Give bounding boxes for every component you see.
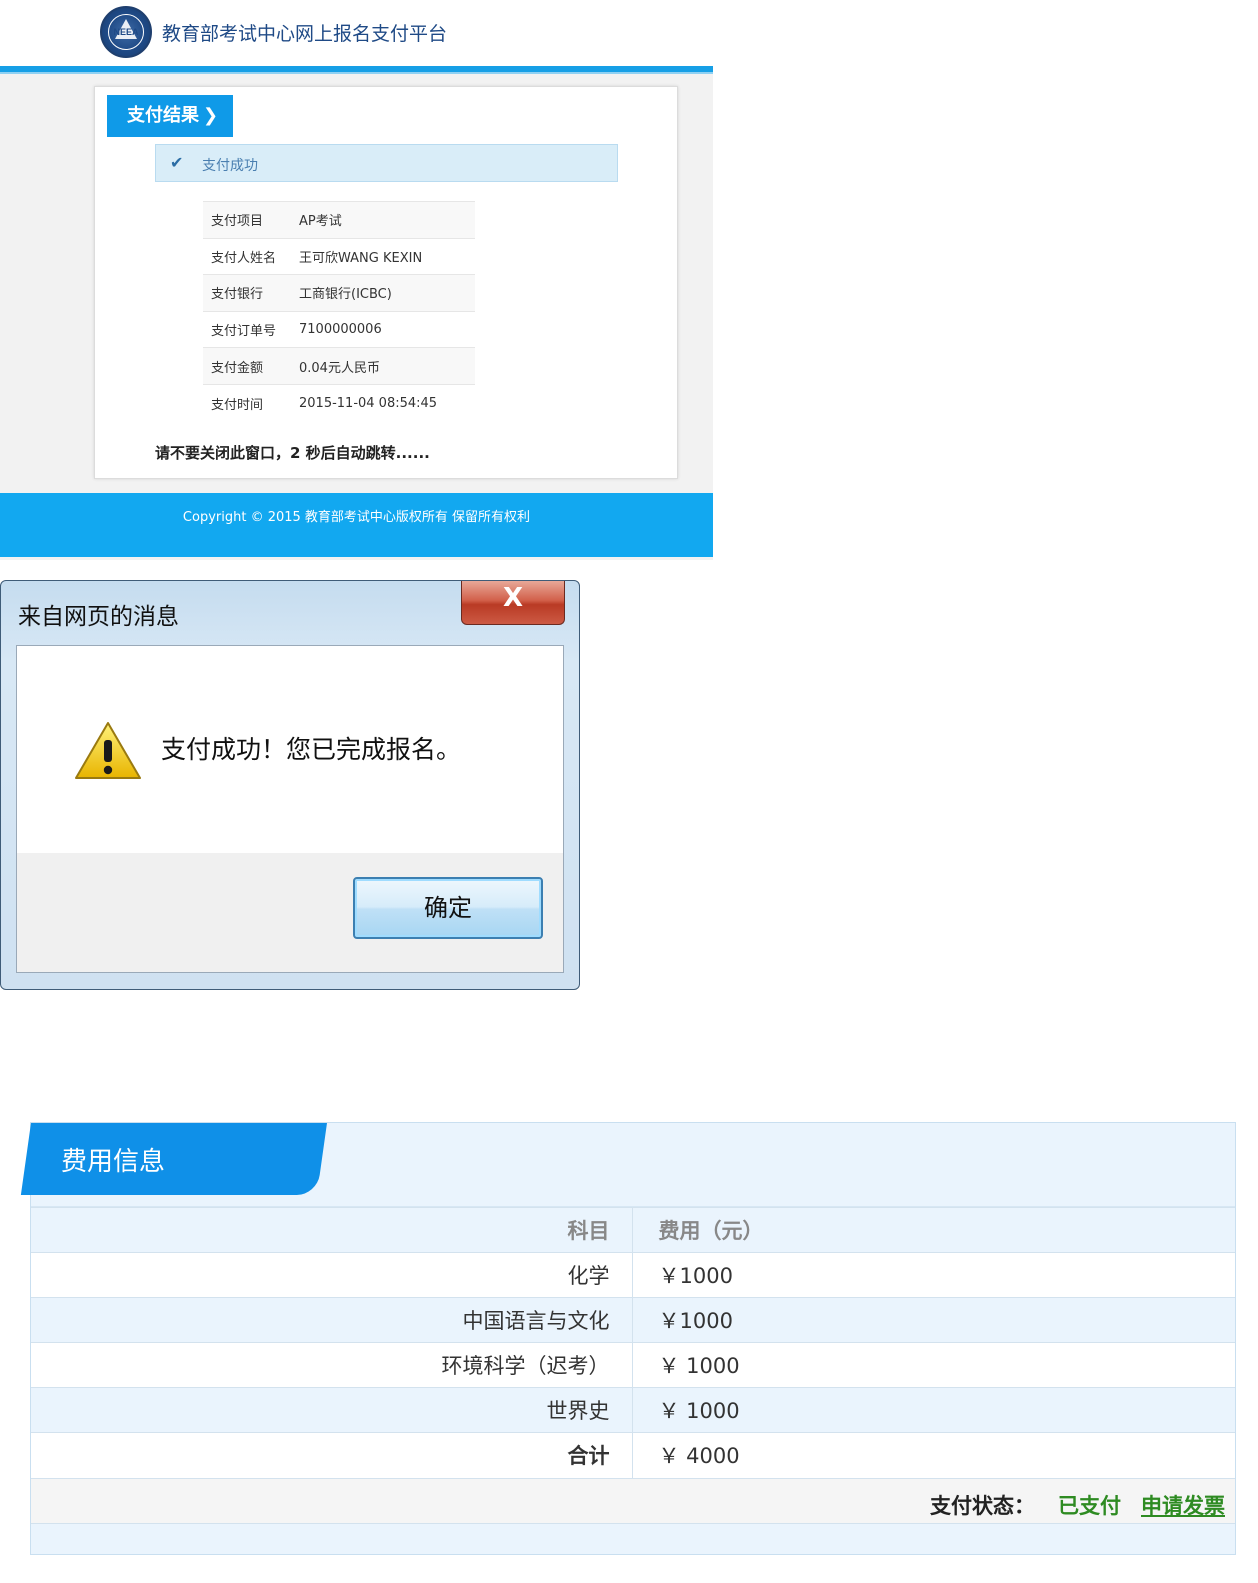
table-header-row: 科目 费用（元） [31,1207,1235,1253]
payment-status-row: 支付状态： 已支付 申请发票 [31,1478,1235,1524]
dialog-message: 支付成功！您已完成报名。 [161,735,462,764]
dialog-footer: 确定 [16,853,564,973]
redirect-note: 请不要关闭此窗口，2 秒后自动跳转...... [155,444,430,462]
total-fee: ￥ 4000 [632,1432,1235,1478]
table-row: 支付人姓名 王可欣WANG KEXIN [203,238,475,275]
close-button[interactable]: X [461,581,565,625]
fee-cell: ￥ 1000 [632,1342,1235,1388]
table-row: 环境科学（迟考） ￥ 1000 [31,1342,1235,1388]
result-tab-label: 支付结果 [127,105,199,126]
detail-label: 支付人姓名 [211,250,277,266]
result-tab: 支付结果 ❯ [107,95,233,137]
detail-value: 王可欣WANG KEXIN [299,250,423,266]
warning-icon [75,722,141,779]
payment-details-table: 支付项目 AP考试 支付人姓名 王可欣WANG KEXIN 支付银行 工商银行(… [203,201,475,421]
column-header-fee: 费用（元） [632,1207,1235,1253]
fee-title: 费用信息 [61,1147,166,1177]
success-text: 支付成功 [202,158,258,174]
detail-label: 支付时间 [211,397,264,413]
subject-cell: 世界史 [31,1387,633,1433]
site-footer: Copyright © 2015 教育部考试中心版权所有 保留所有权利 [0,493,713,557]
subject-cell: 环境科学（迟考） [31,1342,633,1388]
detail-value: AP考试 [299,214,342,230]
detail-label: 支付订单号 [211,324,277,340]
fee-cell: ￥1000 [632,1297,1235,1343]
fee-info-panel: 费用信息 科目 费用（元） 化学 ￥1000 中国语言与文化 ￥1000 环境科… [20,1122,1236,1555]
total-row: 合计 ￥ 4000 [31,1432,1235,1478]
table-row: 支付金额 0.04元人民币 [203,347,475,385]
close-icon: X [502,583,524,613]
detail-label: 支付金额 [211,360,264,376]
site-header: NEEA 教育部考试中心网上报名支付平台 [0,0,713,66]
chevron-right-icon: ❯ [203,105,219,126]
table-row: 化学 ￥1000 [31,1252,1235,1298]
message-dialog: 来自网页的消息 X 支付成功！您已完成报名。 确定 [0,580,580,990]
detail-value: 工商银行(ICBC) [299,287,392,303]
ok-button[interactable]: 确定 [353,877,543,939]
request-invoice-link[interactable]: 申请发票 [1141,1490,1225,1520]
header-divider-light [0,72,713,74]
fee-cell: ￥ 1000 [632,1387,1235,1433]
site-title: 教育部考试中心网上报名支付平台 [162,23,448,45]
dialog-body: 支付成功！您已完成报名。 [16,645,564,853]
total-label: 合计 [31,1432,633,1478]
detail-label: 支付银行 [211,287,264,303]
status-badge: 已支付 [1058,1494,1121,1518]
subject-cell: 化学 [31,1252,633,1298]
fee-cell: ￥1000 [632,1252,1235,1298]
payment-result-page: NEEA 教育部考试中心网上报名支付平台 支付结果 ❯ ✔ 支付成功 支付项目 A… [0,0,713,560]
fee-header: 费用信息 [20,1123,1235,1207]
success-banner: ✔ 支付成功 [155,144,618,182]
checkmark-icon: ✔ [170,153,184,172]
detail-label: 支付项目 [211,214,264,230]
table-row: 支付项目 AP考试 [203,201,475,239]
status-label: 支付状态： [930,1494,1035,1518]
table-row: 中国语言与文化 ￥1000 [31,1297,1235,1343]
dialog-title: 来自网页的消息 [18,604,179,630]
result-card: 支付结果 ❯ ✔ 支付成功 支付项目 AP考试 支付人姓名 王可欣WANG KEX… [94,86,678,479]
fee-table: 科目 费用（元） 化学 ￥1000 中国语言与文化 ￥1000 环境科学（迟考）… [31,1207,1235,1478]
table-row: 支付时间 2015-11-04 08:54:45 [203,384,475,421]
column-header-subject: 科目 [31,1207,633,1253]
detail-value: 0.04元人民币 [299,360,380,376]
table-row: 世界史 ￥ 1000 [31,1387,1235,1433]
subject-cell: 中国语言与文化 [31,1297,633,1343]
detail-value: 7100000006 [299,322,382,338]
neea-logo-icon: NEEA [100,6,152,58]
table-row: 支付订单号 7100000006 [203,311,475,348]
detail-value: 2015-11-04 08:54:45 [299,395,438,411]
table-row: 支付银行 工商银行(ICBC) [203,274,475,312]
